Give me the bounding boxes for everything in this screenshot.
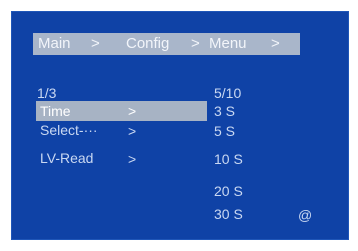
chevron-right-icon: >: [128, 103, 137, 119]
chevron-right-icon: >: [128, 123, 137, 139]
option-value[interactable]: 30 S: [214, 205, 243, 223]
breadcrumb-separator: >: [271, 35, 280, 52]
chevron-right-icon: >: [128, 151, 137, 167]
device-screen: Main > Config > Menu > 1/3 5/10 Time > S…: [0, 0, 358, 251]
page-indicator: 1/3: [37, 85, 57, 101]
menu-item-label: Select-···: [40, 122, 98, 138]
position-indicator: 5/10: [214, 85, 242, 101]
breadcrumb-separator: >: [91, 35, 100, 52]
menu-item-label: LV-Read: [40, 150, 94, 166]
breadcrumb-config[interactable]: Config: [126, 35, 169, 53]
cursor-symbol: @: [298, 207, 313, 223]
option-value[interactable]: 20 S: [214, 182, 243, 200]
option-value[interactable]: 5 S: [214, 122, 235, 140]
option-value[interactable]: 10 S: [214, 150, 243, 168]
breadcrumb-main[interactable]: Main: [38, 35, 71, 53]
menu-item-label: Time: [40, 103, 71, 119]
option-value[interactable]: 3 S: [214, 102, 235, 120]
breadcrumb-separator: >: [191, 35, 200, 52]
breadcrumb-menu[interactable]: Menu: [209, 35, 247, 53]
